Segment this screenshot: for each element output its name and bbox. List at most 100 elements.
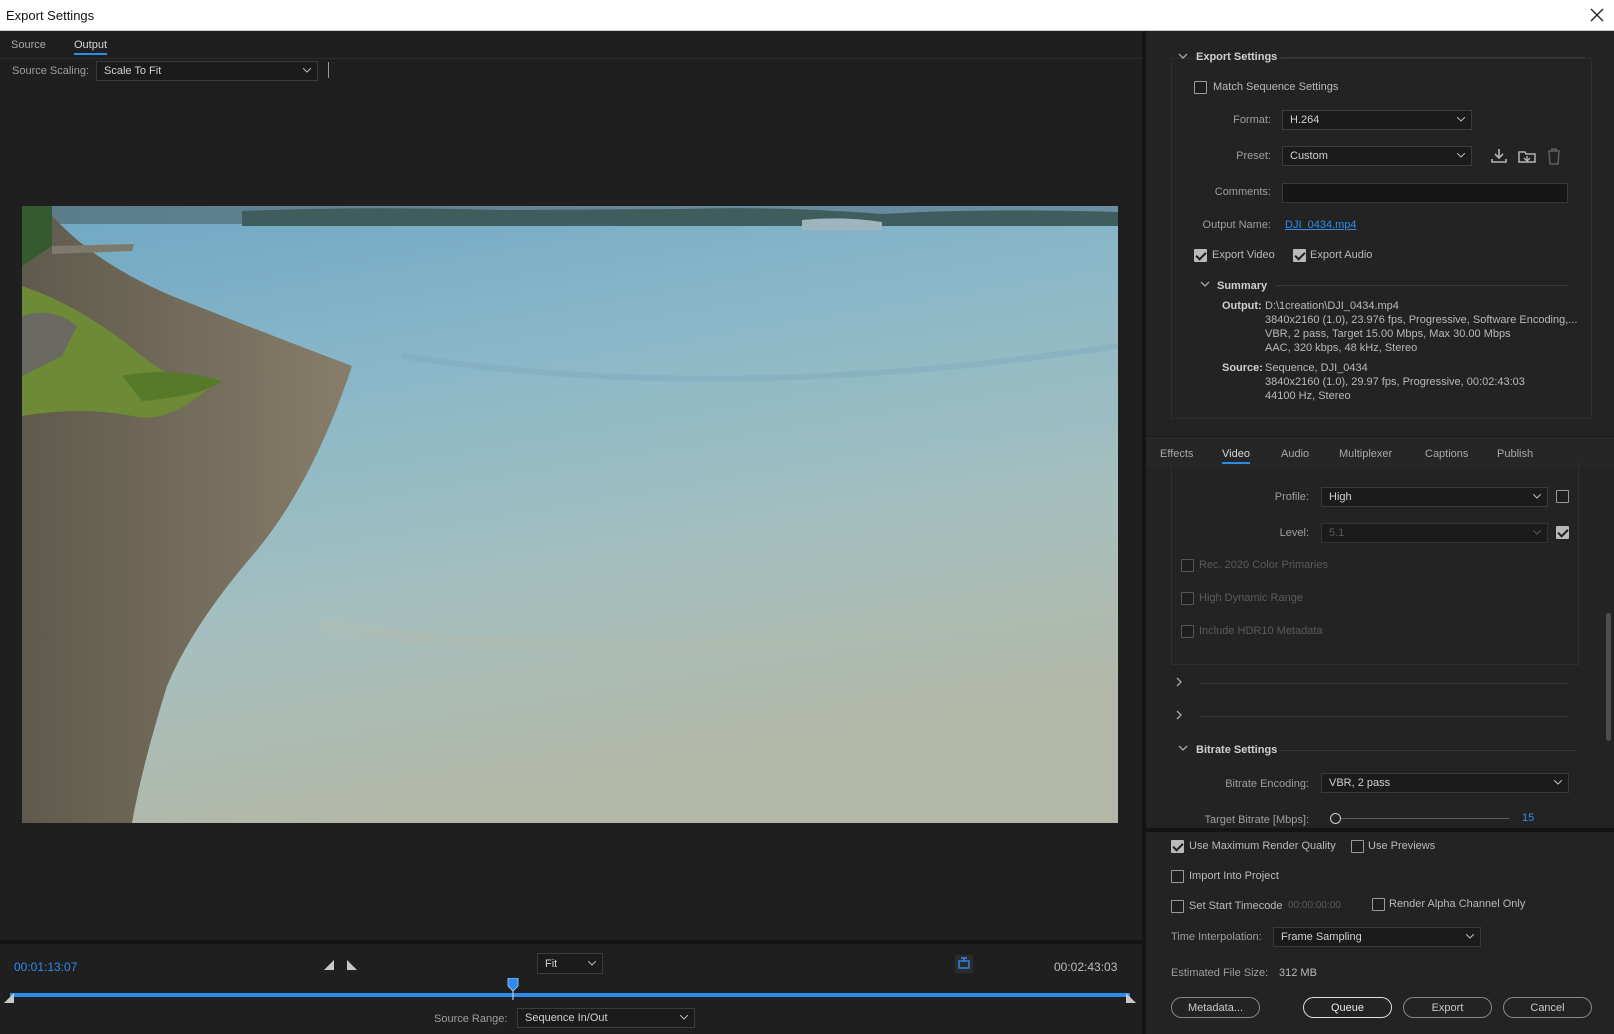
chevron-down-icon (1554, 780, 1562, 785)
render-alpha-label: Render Alpha Channel Only (1389, 898, 1526, 910)
playhead-icon[interactable] (507, 978, 519, 1000)
source-range-value: Sequence In/Out (525, 1012, 608, 1024)
collapsed-section-rule (1199, 716, 1569, 717)
current-timecode[interactable]: 00:01:13:07 (14, 960, 77, 974)
tab-output[interactable]: Output (74, 39, 108, 55)
summary-output-line: 3840x2160 (1.0), 23.976 fps, Progressive… (1265, 314, 1578, 326)
target-bitrate-slider-thumb[interactable] (1330, 813, 1341, 824)
fit-dropdown[interactable]: Fit (537, 953, 603, 974)
tab-publish[interactable]: Publish (1497, 448, 1533, 460)
source-scaling-dropdown[interactable]: Scale To Fit (96, 61, 318, 81)
match-sequence-label: Match Sequence Settings (1213, 81, 1339, 93)
header-rule (1281, 57, 1585, 58)
mark-out-icon[interactable] (347, 960, 357, 970)
comments-input[interactable] (1282, 183, 1568, 203)
chevron-down-icon (680, 1015, 688, 1020)
scaling-separator (328, 62, 329, 78)
chevron-down-icon (1457, 153, 1465, 158)
source-range-label: Source Range: (434, 1013, 508, 1025)
comments-label: Comments: (1214, 186, 1271, 198)
level-match-source-checkbox[interactable] (1556, 526, 1569, 539)
output-name-link[interactable]: DJI_0434.mp4 (1285, 219, 1357, 231)
tab-source[interactable]: Source (11, 39, 46, 51)
target-bitrate-value[interactable]: 15 (1522, 812, 1534, 824)
preset-label: Preset: (1236, 150, 1271, 162)
end-timecode: 00:02:43:03 (1054, 960, 1118, 974)
export-video-checkbox[interactable] (1194, 249, 1207, 262)
tab-audio[interactable]: Audio (1281, 448, 1309, 460)
summary-rule (1276, 285, 1568, 286)
delete-preset-icon[interactable] (1546, 148, 1562, 165)
settings-scrollbar[interactable] (1606, 613, 1611, 741)
bitrate-encoding-label: Bitrate Encoding: (1225, 778, 1309, 790)
import-preset-icon[interactable] (1518, 148, 1536, 164)
target-bitrate-label: Target Bitrate [Mbps]: (1204, 814, 1309, 826)
title-bar: Export Settings (0, 0, 1614, 31)
fit-value: Fit (545, 957, 558, 970)
source-scaling-value: Scale To Fit (104, 65, 162, 77)
export-audio-checkbox[interactable] (1293, 249, 1306, 262)
cancel-button[interactable]: Cancel (1503, 997, 1592, 1018)
chevron-down-icon[interactable] (1178, 53, 1188, 61)
import-into-project-checkbox[interactable] (1171, 870, 1184, 883)
chevron-down-icon (1466, 934, 1474, 939)
in-point-icon[interactable] (4, 993, 14, 1003)
bitrate-rule (1281, 750, 1575, 751)
close-icon[interactable] (1586, 4, 1608, 26)
bottom-divider (1146, 828, 1614, 832)
time-interpolation-dropdown[interactable]: Frame Sampling (1273, 927, 1481, 947)
hdr10-checkbox (1181, 625, 1194, 638)
set-start-timecode-checkbox[interactable] (1171, 900, 1184, 913)
collapsed-section-rule (1199, 683, 1569, 684)
format-dropdown[interactable]: H.264 (1282, 110, 1472, 130)
max-render-quality-checkbox[interactable] (1171, 840, 1184, 853)
out-point-icon[interactable] (1126, 993, 1136, 1003)
tab-captions[interactable]: Captions (1425, 448, 1468, 460)
chevron-down-icon[interactable] (1178, 745, 1188, 753)
render-alpha-checkbox[interactable] (1372, 898, 1385, 911)
metadata-button[interactable]: Metadata... (1171, 997, 1260, 1018)
time-interpolation-label: Time Interpolation: (1171, 931, 1262, 943)
level-dropdown: 5.1 (1321, 523, 1548, 543)
target-bitrate-slider-track[interactable] (1336, 818, 1509, 819)
chevron-down-icon (1457, 117, 1465, 122)
tab-effects[interactable]: Effects (1160, 448, 1193, 460)
chevron-down-icon (1533, 494, 1541, 499)
scrub-bar[interactable] (10, 993, 1130, 997)
tab-multiplexer[interactable]: Multiplexer (1339, 448, 1392, 460)
export-button[interactable]: Export (1403, 997, 1492, 1018)
summary-output-label: Output: (1222, 300, 1262, 312)
profile-match-source-checkbox[interactable] (1556, 490, 1569, 503)
summary-source-line: 3840x2160 (1.0), 29.97 fps, Progressive,… (1265, 376, 1525, 388)
aspect-correction-icon[interactable] (954, 954, 974, 974)
chevron-down-icon (303, 68, 311, 73)
format-label: Format: (1233, 114, 1271, 126)
match-sequence-checkbox[interactable] (1194, 81, 1207, 94)
import-into-project-label: Import Into Project (1189, 870, 1279, 882)
queue-button[interactable]: Queue (1303, 997, 1392, 1018)
summary-source-line: 44100 Hz, Stereo (1265, 390, 1351, 402)
window-title: Export Settings (6, 8, 95, 23)
chevron-right-icon[interactable] (1176, 710, 1184, 720)
level-label: Level: (1279, 527, 1309, 539)
mark-in-icon[interactable] (324, 960, 334, 970)
preset-dropdown[interactable]: Custom (1282, 146, 1472, 166)
estimated-file-size-value: 312 MB (1279, 967, 1317, 979)
video-preview (22, 206, 1118, 823)
level-value: 5.1 (1329, 527, 1345, 539)
save-preset-icon[interactable] (1490, 148, 1508, 164)
profile-label: Profile: (1274, 491, 1309, 503)
export-settings-header: Export Settings (1196, 51, 1278, 63)
chevron-down-icon[interactable] (1200, 281, 1210, 289)
profile-dropdown[interactable]: High (1321, 487, 1548, 507)
source-range-dropdown[interactable]: Sequence In/Out (517, 1008, 695, 1028)
summary-output-line: D:\1creation\DJI_0434.mp4 (1265, 300, 1399, 312)
export-audio-label: Export Audio (1310, 249, 1373, 261)
preset-value: Custom (1290, 150, 1328, 162)
bitrate-encoding-dropdown[interactable]: VBR, 2 pass (1321, 773, 1569, 793)
profile-value: High (1329, 491, 1352, 503)
use-previews-checkbox[interactable] (1351, 840, 1364, 853)
hdr10-label: Include HDR10 Metadata (1199, 625, 1323, 637)
summary-output-line: AAC, 320 kbps, 48 kHz, Stereo (1265, 342, 1418, 354)
chevron-right-icon[interactable] (1176, 677, 1184, 687)
